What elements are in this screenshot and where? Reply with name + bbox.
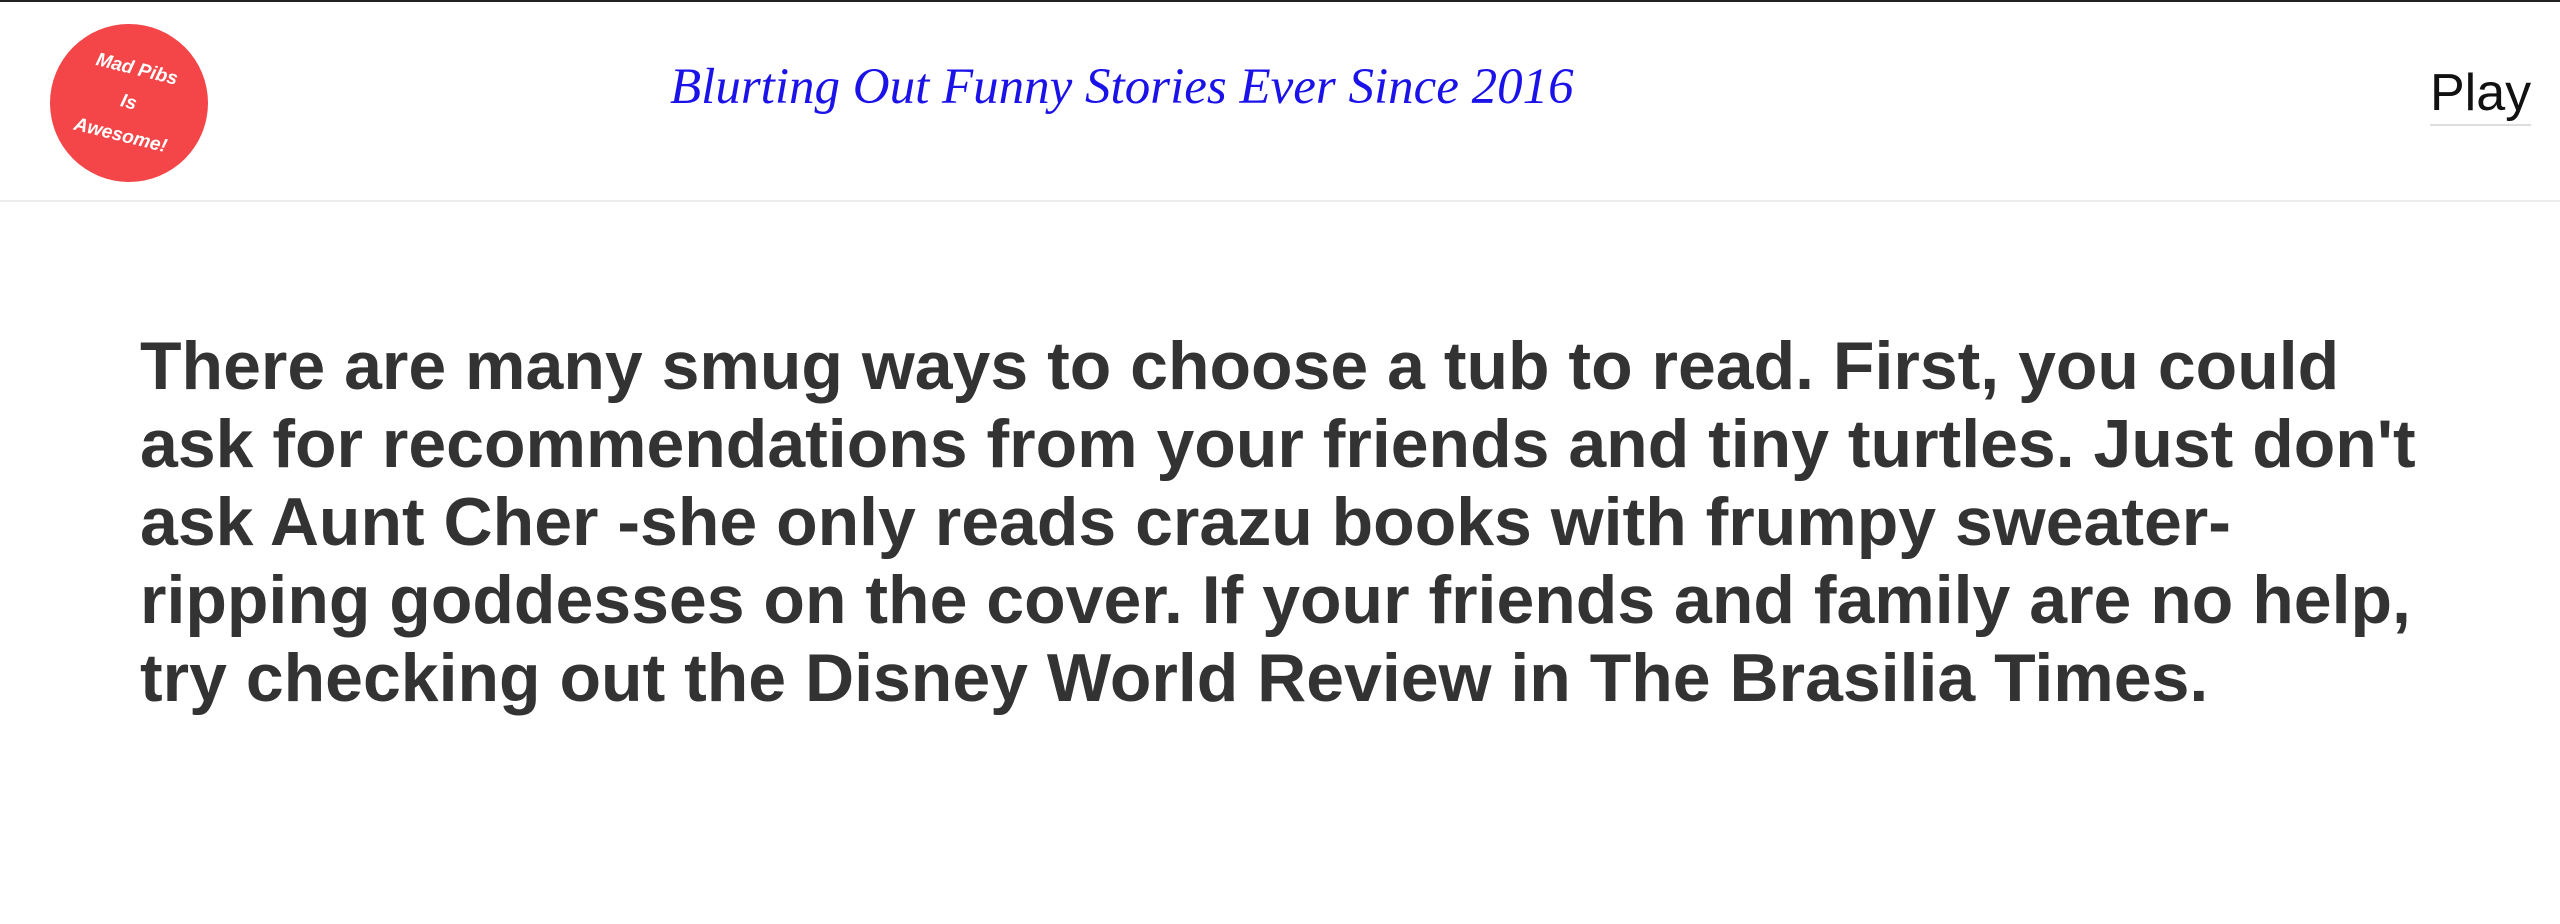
site-header: Mad Pibs Is Awesome! Blurting Out Funny … — [0, 2, 2560, 202]
logo-text: Mad Pibs Is Awesome! — [71, 42, 188, 164]
site-logo[interactable]: Mad Pibs Is Awesome! — [50, 24, 208, 182]
play-link[interactable]: Play — [2430, 64, 2532, 126]
site-tagline: Blurting Out Funny Stories Ever Since 20… — [670, 59, 1574, 115]
story-text: There are many smug ways to choose a tub… — [140, 328, 2416, 716]
logo-line-2: Is — [118, 90, 140, 115]
